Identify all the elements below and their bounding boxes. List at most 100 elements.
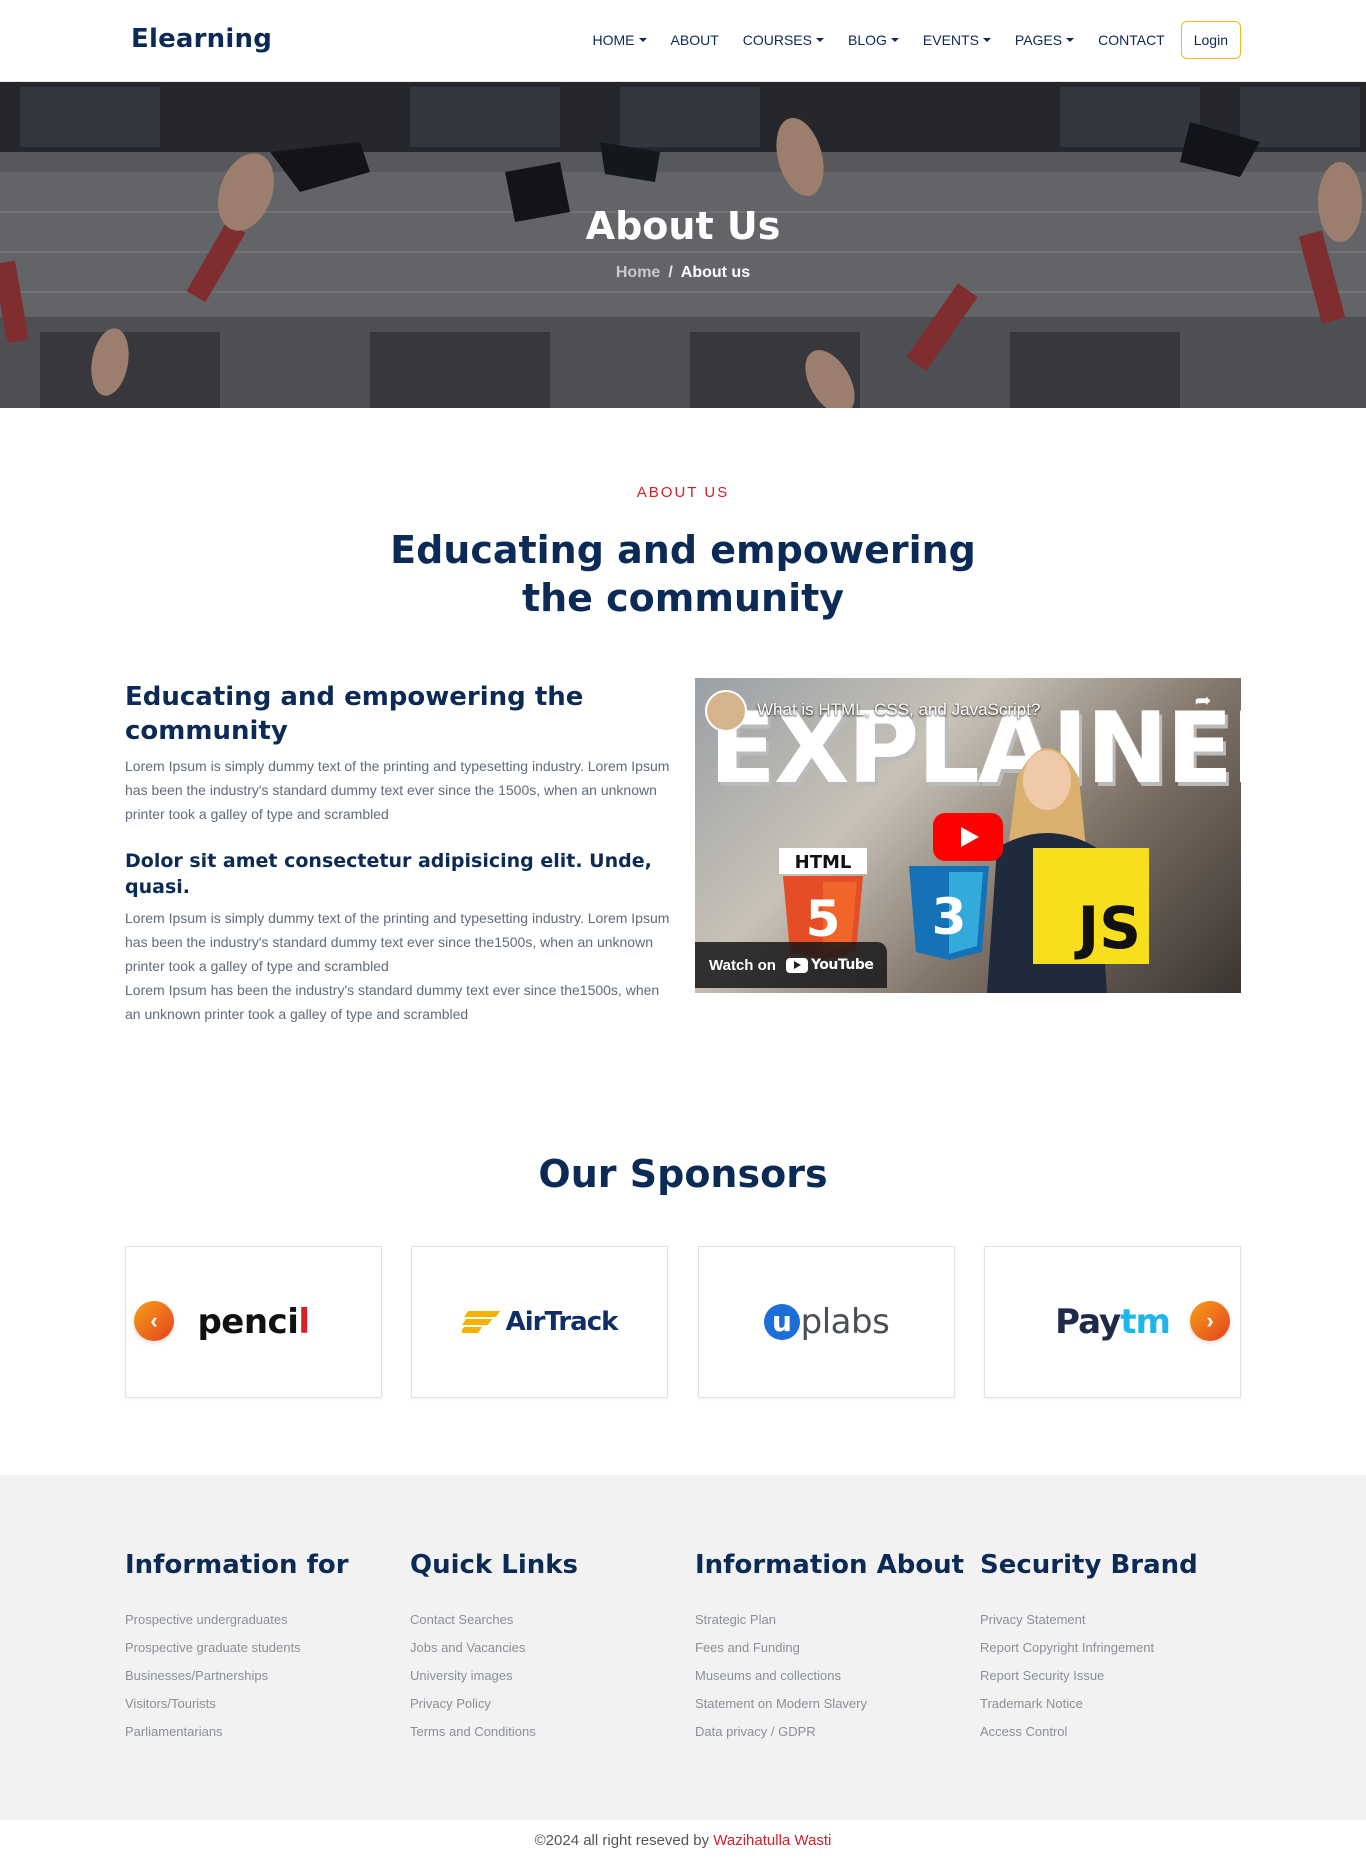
- nav-item-pages[interactable]: PAGES: [1014, 32, 1075, 48]
- paytm-logo-tm: tm: [1120, 1302, 1171, 1342]
- youtube-video-embed[interactable]: EXPLAINED What is HTML, CSS, and JavaScr…: [695, 678, 1241, 993]
- footer-link[interactable]: Prospective graduate students: [125, 1634, 385, 1662]
- about-text-column: Educating and empowering the community L…: [125, 680, 673, 1026]
- footer-column-title: Security Brand: [980, 1550, 1198, 1580]
- copyright-author-link[interactable]: Wazihatulla Wasti: [713, 1832, 831, 1849]
- play-button-icon[interactable]: [933, 813, 1003, 861]
- about-paragraph: Lorem Ipsum has been the industry's stan…: [125, 982, 660, 1022]
- html-badge-label: HTML: [795, 852, 852, 873]
- caret-down-icon: [890, 38, 899, 42]
- about-paragraph: Lorem Ipsum is simply dummy text of the …: [125, 910, 670, 974]
- nav-item-about[interactable]: ABOUT: [671, 32, 719, 48]
- watch-on-youtube-button[interactable]: Watch on YouTube: [695, 942, 888, 988]
- breadcrumb-home-link[interactable]: Home: [616, 264, 660, 281]
- carousel-prev-button[interactable]: ‹: [134, 1301, 174, 1341]
- footer-link[interactable]: Businesses/Partnerships: [125, 1662, 385, 1690]
- footer-column-title: Information About: [695, 1550, 965, 1580]
- login-button[interactable]: Login: [1180, 21, 1241, 59]
- footer-link[interactable]: Privacy Policy: [410, 1690, 670, 1718]
- footer-link[interactable]: Visitors/Tourists: [125, 1690, 385, 1718]
- footer-link[interactable]: Report Security Issue: [980, 1662, 1240, 1690]
- nav-item-courses[interactable]: COURSES: [743, 32, 824, 48]
- footer-link[interactable]: Statement on Modern Slavery: [695, 1690, 955, 1718]
- breadcrumb-current: About us: [680, 264, 751, 281]
- footer-link[interactable]: Report Copyright Infringement: [980, 1634, 1240, 1662]
- about-subheading-secondary: Dolor sit amet consectetur adipisicing e…: [125, 850, 652, 898]
- footer-link[interactable]: Contact Searches: [410, 1606, 670, 1634]
- footer-link[interactable]: Data privacy / GDPR: [695, 1718, 955, 1746]
- main-nav: HOME ABOUT COURSES BLOG EVENTS PAGES CON…: [569, 20, 1241, 60]
- hero-banner: About Us Home / About us: [0, 82, 1366, 408]
- share-button[interactable]: ➦ Share: [1183, 690, 1223, 726]
- youtube-label: YouTube: [810, 957, 874, 973]
- chevron-left-icon: ‹: [150, 1308, 158, 1333]
- chevron-right-icon: ›: [1206, 1308, 1214, 1333]
- watch-on-label: Watch on: [709, 956, 776, 974]
- footer-link[interactable]: Jobs and Vacancies: [410, 1634, 670, 1662]
- nav-item-home[interactable]: HOME: [593, 32, 647, 48]
- youtube-logo-icon: YouTube: [785, 957, 874, 973]
- footer-link[interactable]: Museums and collections: [695, 1662, 955, 1690]
- page-title: About Us: [585, 204, 781, 248]
- footer-link-list: Contact Searches Jobs and Vacancies Univ…: [410, 1606, 670, 1746]
- nav-item-blog[interactable]: BLOG: [848, 32, 899, 48]
- caret-down-icon: [638, 38, 647, 42]
- footer-link[interactable]: University images: [410, 1662, 670, 1690]
- brand-logo[interactable]: Elearning: [131, 24, 272, 54]
- footer-link[interactable]: Prospective undergraduates: [125, 1606, 385, 1634]
- caret-down-icon: [815, 38, 824, 42]
- uplabs-mark-icon: u: [763, 1304, 800, 1340]
- channel-avatar[interactable]: [705, 690, 747, 732]
- footer: Information for Prospective undergraduat…: [0, 1475, 1366, 1820]
- footer-link-list: Privacy Statement Report Copyright Infri…: [980, 1606, 1240, 1746]
- nav-item-label: PAGES: [1014, 32, 1063, 48]
- footer-column-information-about: Information About Strategic Plan Fees an…: [695, 1550, 965, 1746]
- share-label: Share: [1186, 712, 1220, 726]
- nav-item-events[interactable]: EVENTS: [923, 32, 991, 48]
- footer-link[interactable]: Privacy Statement: [980, 1606, 1240, 1634]
- nav-item-label: BLOG: [847, 32, 887, 48]
- svg-text:5: 5: [806, 890, 841, 948]
- svg-text:3: 3: [932, 888, 967, 946]
- caret-down-icon: [1066, 38, 1075, 42]
- video-title[interactable]: What is HTML, CSS, and JavaScript?: [757, 700, 1040, 720]
- section-kicker: ABOUT US: [636, 484, 730, 501]
- sponsor-card-airtrack[interactable]: AirTrack: [411, 1246, 668, 1398]
- share-icon: ➦: [1194, 690, 1212, 712]
- pencil-logo-accent: l: [298, 1302, 310, 1342]
- footer-link[interactable]: Terms and Conditions: [410, 1718, 670, 1746]
- pencil-logo: pencil: [197, 1302, 310, 1342]
- footer-link[interactable]: Parliamentarians: [125, 1718, 385, 1746]
- footer-link[interactable]: Access Control: [980, 1718, 1240, 1746]
- nav-item-label: COURSES: [742, 32, 812, 48]
- nav-item-contact[interactable]: CONTACT: [1098, 32, 1165, 48]
- navbar: Elearning HOME ABOUT COURSES BLOG EVENTS…: [0, 0, 1366, 82]
- footer-link-list: Prospective undergraduates Prospective g…: [125, 1606, 385, 1746]
- footer-column-title: Quick Links: [410, 1550, 579, 1580]
- about-heading: Educating and empowering the community: [390, 528, 976, 620]
- sponsor-card-uplabs[interactable]: u plabs: [698, 1246, 955, 1398]
- footer-link[interactable]: Fees and Funding: [695, 1634, 955, 1662]
- airtrack-mark-icon: [461, 1311, 500, 1333]
- airtrack-logo-text: AirTrack: [505, 1307, 619, 1337]
- breadcrumb-separator: /: [668, 264, 673, 281]
- caret-down-icon: [982, 38, 991, 42]
- pencil-logo-text: penci: [197, 1302, 299, 1342]
- paytm-logo: Paytm: [1055, 1302, 1171, 1342]
- about-subheading: Educating and empowering the community: [125, 682, 584, 746]
- nav-item-label: EVENTS: [922, 32, 979, 48]
- nav-item-label: CONTACT: [1098, 32, 1165, 48]
- footer-link[interactable]: Trademark Notice: [980, 1690, 1240, 1718]
- nav-item-label: ABOUT: [670, 32, 719, 48]
- carousel-next-button[interactable]: ›: [1190, 1301, 1230, 1341]
- copyright-text: ©2024 all right reseved by: [534, 1832, 714, 1849]
- footer-link[interactable]: Strategic Plan: [695, 1606, 955, 1634]
- css3-logo-icon: 3: [909, 866, 989, 960]
- footer-link-list: Strategic Plan Fees and Funding Museums …: [695, 1606, 955, 1746]
- uplabs-logo-text: plabs: [800, 1302, 890, 1342]
- sponsors-title: Our Sponsors: [538, 1152, 828, 1196]
- uplabs-logo: u plabs: [763, 1302, 890, 1342]
- footer-column-information-for: Information for Prospective undergraduat…: [125, 1550, 385, 1746]
- copyright-notice: ©2024 all right reseved by Wazihatulla W…: [0, 1832, 1366, 1849]
- footer-column-quick-links: Quick Links Contact Searches Jobs and Va…: [410, 1550, 670, 1746]
